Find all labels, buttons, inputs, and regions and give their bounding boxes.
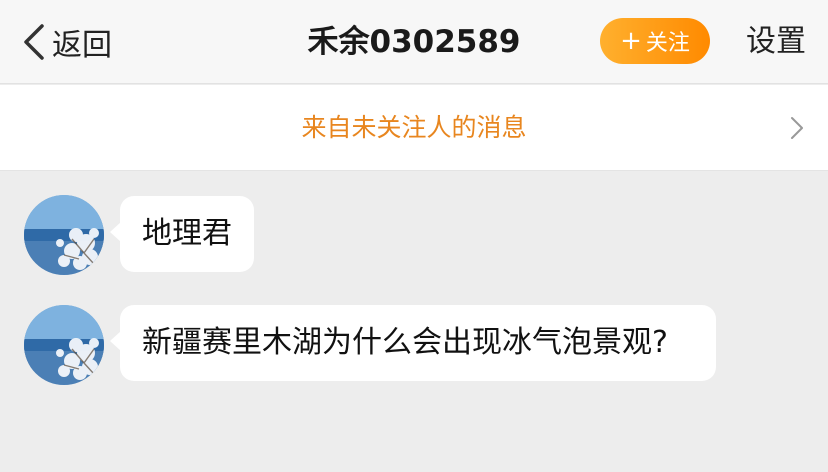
settings-button[interactable]: 设置 xyxy=(746,20,806,64)
avatar[interactable] xyxy=(24,305,104,385)
chevron-left-icon xyxy=(24,24,44,60)
message-row: 地理君 xyxy=(0,195,828,277)
avatar[interactable] xyxy=(24,195,104,275)
back-button[interactable]: 返回 xyxy=(22,20,112,64)
avatar-image xyxy=(24,195,104,275)
follow-label: 关注 xyxy=(645,31,690,56)
follow-button[interactable]: + 关注 xyxy=(600,18,710,64)
message-text: 新疆赛里木湖为什么会出现冰气泡景观? xyxy=(142,325,668,360)
message-row: 新疆赛里木湖为什么会出现冰气泡景观? xyxy=(0,305,828,421)
navigation-bar: 返回 禾余0302589 + 关注 设置 xyxy=(0,0,828,84)
avatar-image xyxy=(24,305,104,385)
banner-text: 来自未关注人的消息 xyxy=(301,113,527,142)
plus-icon: + xyxy=(620,26,642,56)
message-text: 地理君 xyxy=(142,216,232,251)
unfollowed-messages-banner[interactable]: 来自未关注人的消息 xyxy=(0,85,828,171)
back-label: 返回 xyxy=(52,28,112,63)
message-bubble[interactable]: 地理君 xyxy=(110,196,254,272)
message-bubble[interactable]: 新疆赛里木湖为什么会出现冰气泡景观? xyxy=(110,305,716,381)
chevron-right-icon xyxy=(791,117,803,139)
